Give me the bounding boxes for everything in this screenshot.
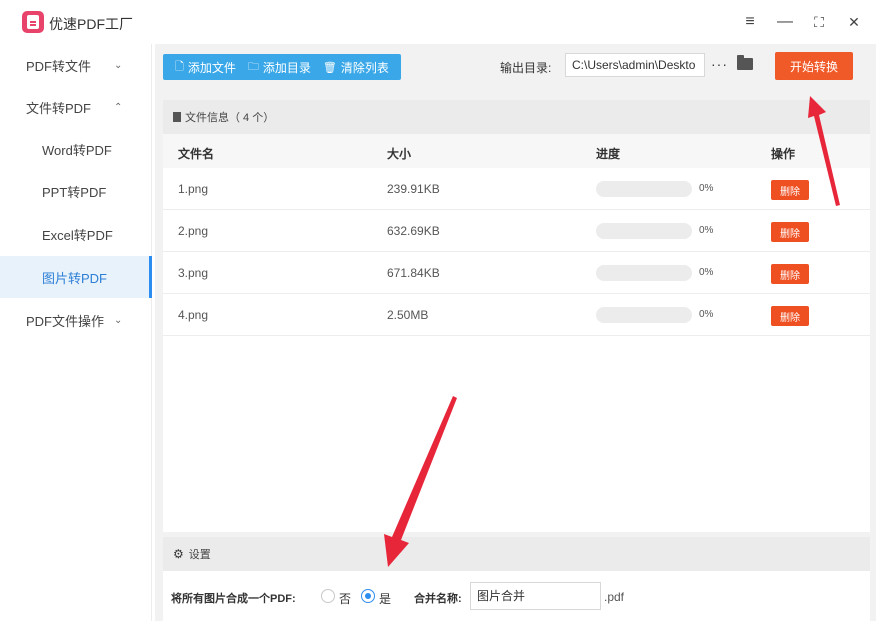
sidebar-item-ppt-to-pdf[interactable]: PPT转PDF — [0, 170, 152, 212]
chevron-down-icon: ⌄ — [114, 59, 123, 71]
table-row: 3.png 671.84KB 0% 删除 — [163, 252, 870, 294]
sidebar-item-pdf-to-file[interactable]: PDF转文件 ⌄ — [0, 44, 152, 86]
progress-percent: 0% — [699, 309, 714, 320]
sidebar-item-label: Excel转PDF — [42, 227, 113, 243]
add-directory-label: 添加目录 — [262, 60, 311, 75]
settings-panel: 将所有图片合成一个PDF: 否 是 合并名称: 图片合并 .pdf — [163, 571, 870, 621]
table-row: 2.png 632.69KB 0% 删除 — [163, 210, 870, 252]
add-directory-button[interactable]: 🗀 添加目录 — [248, 54, 311, 80]
clear-list-label: 清除列表 — [340, 60, 389, 75]
gear-icon: ⚙ — [173, 547, 184, 561]
column-size: 大小 — [387, 147, 412, 161]
folder-outline-icon: 🗀 — [247, 60, 259, 73]
merge-option-label: 将所有图片合成一个PDF: — [171, 593, 296, 605]
add-file-button[interactable]: 🗋 添加文件 — [175, 54, 236, 80]
column-progress: 进度 — [596, 147, 621, 161]
delete-button[interactable]: 删除 — [771, 222, 809, 242]
start-convert-button[interactable]: 开始转换 — [775, 52, 853, 80]
merge-name-label: 合并名称: — [414, 593, 462, 605]
trash-icon: 🗑 — [322, 61, 337, 74]
file-list-panel: 文件信息（ 4 个） 文件名 大小 进度 操作 1.png 239.91KB 0… — [163, 100, 870, 532]
settings-header: ⚙ 设置 — [163, 537, 870, 571]
progress-percent: 0% — [699, 225, 714, 236]
app-title: 优速PDF工厂 — [49, 16, 133, 32]
sidebar: PDF转文件 ⌄ 文件转PDF ⌃ Word转PDF PPT转PDF Excel… — [0, 44, 152, 621]
table-row: 1.png 239.91KB 0% 删除 — [163, 168, 870, 210]
table-header: 文件名 大小 进度 操作 — [163, 134, 870, 168]
file-name: 2.png — [178, 224, 209, 238]
file-size: 2.50MB — [387, 308, 429, 322]
main-content: 🗋 添加文件 🗀 添加目录 🗑 清除列表 输出目录: C:\Users\admi… — [155, 44, 876, 621]
progress-percent: 0% — [699, 183, 714, 194]
sidebar-item-label: PDF转文件 — [26, 58, 92, 74]
progress-bar — [596, 307, 692, 323]
progress-percent: 0% — [699, 267, 714, 278]
file-icon — [173, 112, 181, 122]
settings-title: 设置 — [188, 549, 211, 561]
sidebar-item-label: Word转PDF — [42, 142, 112, 158]
column-action: 操作 — [771, 147, 796, 161]
merge-name-input[interactable]: 图片合并 — [470, 582, 601, 610]
sidebar-item-label: PPT转PDF — [42, 184, 107, 200]
close-icon[interactable]: ✕ — [842, 10, 866, 34]
output-dir-input[interactable]: C:\Users\admin\Deskto — [565, 53, 705, 77]
file-name: 3.png — [178, 266, 209, 280]
menu-icon[interactable]: ≡ — [738, 10, 762, 34]
merge-no-label: 否 — [339, 592, 352, 606]
minimize-icon[interactable]: — — [773, 10, 797, 34]
progress-bar — [596, 181, 692, 197]
sidebar-item-label: PDF文件操作 — [26, 313, 105, 329]
file-size: 239.91KB — [387, 182, 440, 196]
clear-list-button[interactable]: 🗑 清除列表 — [323, 54, 389, 80]
sidebar-item-pdf-operations[interactable]: PDF文件操作 ⌄ — [0, 299, 152, 341]
sidebar-item-file-to-pdf[interactable]: 文件转PDF ⌃ — [0, 86, 152, 128]
sidebar-item-excel-to-pdf[interactable]: Excel转PDF — [0, 213, 152, 255]
merge-no-radio[interactable] — [321, 589, 335, 603]
file-icon: 🗋 — [175, 60, 184, 73]
maximize-icon[interactable]: ⛶ — [807, 10, 831, 34]
toolbar-button-group: 🗋 添加文件 🗀 添加目录 🗑 清除列表 — [163, 54, 401, 80]
app-logo-icon — [22, 11, 44, 33]
file-name: 1.png — [178, 182, 209, 196]
folder-icon[interactable] — [737, 55, 753, 70]
progress-bar — [596, 265, 692, 281]
file-info-header: 文件信息（ 4 个） — [163, 100, 870, 134]
merge-yes-label: 是 — [379, 592, 392, 606]
sidebar-item-label: 文件转PDF — [26, 100, 92, 116]
delete-button[interactable]: 删除 — [771, 180, 809, 200]
delete-button[interactable]: 删除 — [771, 264, 809, 284]
file-name: 4.png — [178, 308, 209, 322]
sidebar-item-image-to-pdf[interactable]: 图片转PDF — [0, 256, 152, 298]
delete-button[interactable]: 删除 — [771, 306, 809, 326]
sidebar-item-label: 图片转PDF — [42, 270, 108, 286]
output-dir-label: 输出目录: — [500, 61, 552, 75]
pdf-extension-label: .pdf — [604, 590, 625, 604]
file-size: 632.69KB — [387, 224, 440, 238]
progress-bar — [596, 223, 692, 239]
sidebar-item-word-to-pdf[interactable]: Word转PDF — [0, 128, 152, 170]
table-row: 4.png 2.50MB 0% 删除 — [163, 294, 870, 336]
chevron-up-icon: ⌃ — [114, 101, 123, 113]
chevron-down-icon: ⌄ — [114, 314, 123, 326]
browse-more-button[interactable]: ··· — [711, 56, 728, 72]
file-info-title: 文件信息（ 4 个） — [185, 112, 275, 124]
merge-yes-radio[interactable] — [361, 589, 375, 603]
file-size: 671.84KB — [387, 266, 440, 280]
column-name: 文件名 — [178, 147, 215, 161]
add-file-label: 添加文件 — [187, 60, 236, 75]
title-bar: 优速PDF工厂 ≡ — ⛶ ✕ — [0, 0, 876, 44]
